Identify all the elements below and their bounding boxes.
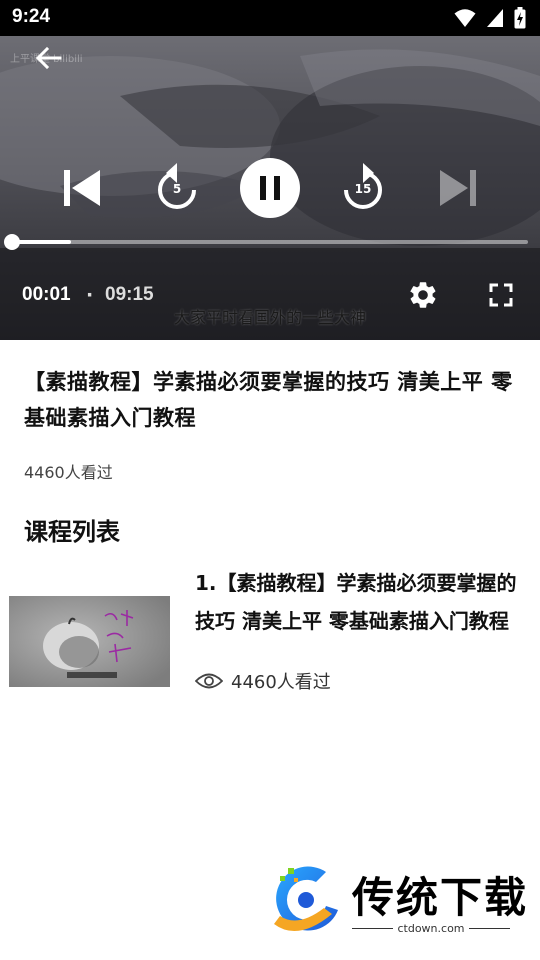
skip-next-icon[interactable] — [438, 168, 478, 208]
forward-15-button[interactable]: 15 — [342, 163, 384, 211]
current-time: 00:01 — [22, 284, 71, 305]
lesson-title[interactable]: 1.【素描教程】学素描必须要掌握的技巧 清美上平 零基础素描入门教程 — [195, 564, 525, 640]
brand-name: 传统下载 — [352, 873, 529, 922]
lesson-views: 4460人看过 — [195, 668, 331, 694]
rewind-seconds: 5 — [172, 182, 182, 196]
back-arrow-icon[interactable] — [32, 42, 64, 74]
progress-thumb[interactable] — [4, 234, 20, 250]
wifi-icon — [454, 9, 476, 27]
total-time: 09:15 — [105, 284, 154, 305]
brand-rule-left — [352, 928, 394, 929]
brand-logo-icon — [274, 866, 338, 932]
cellular-signal-icon — [487, 9, 503, 27]
video-subtitle: 大家平时看国外的一些大神 — [173, 308, 366, 327]
progress-fill — [12, 240, 72, 244]
video-player[interactable]: 上平课堂 bilibili 5 15 00:01 · 09:15 大家平时看国外… — [0, 36, 540, 340]
time-separator: · — [86, 284, 94, 306]
skip-previous-icon[interactable] — [62, 168, 102, 208]
gear-icon[interactable] — [407, 279, 439, 311]
lesson-thumbnail — [9, 596, 170, 687]
course-title: 【素描教程】学素描必须要掌握的技巧 清美上平 零基础素描入门教程 — [24, 370, 513, 430]
status-icons — [454, 7, 526, 29]
fullscreen-icon[interactable] — [489, 283, 513, 307]
lesson-views-count: 4460人看过 — [231, 672, 331, 693]
status-time: 9:24 — [12, 6, 51, 27]
brand-rule-right — [468, 928, 510, 929]
course-list-heading: 课程列表 — [24, 518, 120, 546]
pause-button[interactable] — [240, 158, 300, 218]
lesson-item[interactable]: 1.【素描教程】学素描必须要掌握的技巧 清美上平 零基础素描入门教程 4460人… — [0, 564, 540, 694]
rewind-5-button[interactable]: 5 — [156, 163, 198, 211]
brand-watermark: 传统下载 ctdown.com — [268, 862, 526, 942]
status-bar: 9:24 — [0, 0, 540, 36]
battery-charging-icon — [514, 7, 526, 29]
brand-url-line: ctdown.com — [352, 922, 510, 935]
brand-url: ctdown.com — [397, 922, 465, 935]
pause-icon — [260, 176, 280, 200]
progress-bar[interactable] — [4, 234, 528, 250]
eye-icon — [195, 673, 223, 689]
lesson-thumbnail-image — [9, 596, 170, 687]
forward-seconds: 15 — [354, 182, 372, 196]
course-views: 4460人看过 — [24, 463, 113, 482]
